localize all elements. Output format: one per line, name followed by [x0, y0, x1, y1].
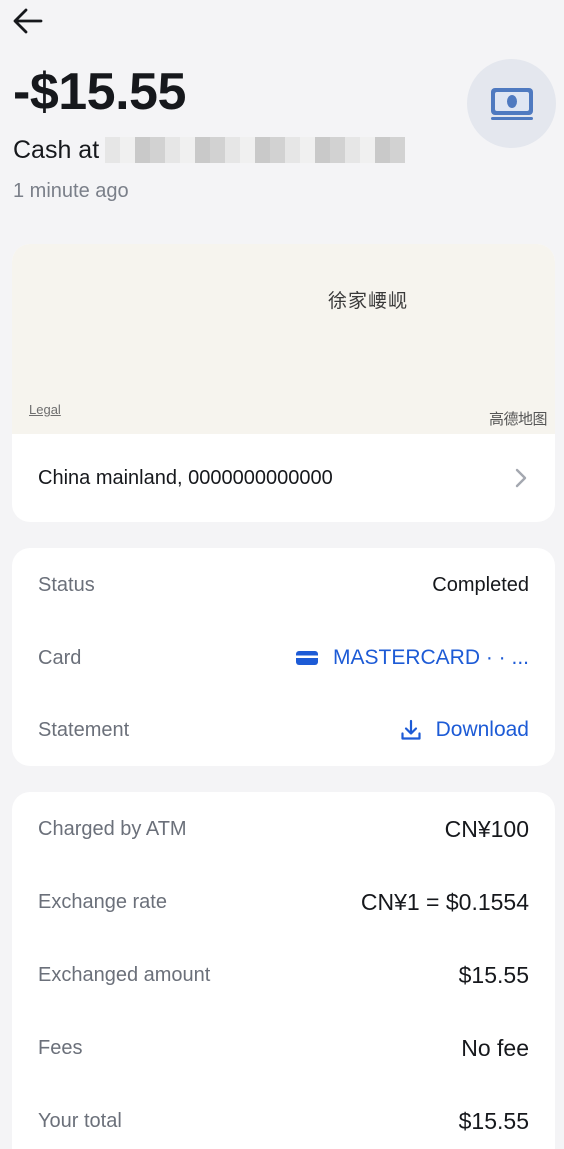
total-label: Your total — [38, 1109, 122, 1132]
redaction-pixel — [120, 150, 136, 163]
exchange-rate-row: Exchange rate CN¥1 = $0.1554 — [38, 887, 529, 917]
exchanged-amount-value: $15.55 — [458, 961, 529, 988]
redaction-pixel — [315, 137, 331, 150]
transaction-detail-screen: -$15.55 Cash at 1 minute ago 徐家崾岘 Legal … — [0, 0, 564, 1149]
redaction-pixel — [150, 150, 166, 163]
download-statement-button[interactable]: Download — [400, 718, 529, 742]
redaction-pixel — [180, 137, 196, 150]
exchanged-amount-row: Exchanged amount $15.55 — [38, 960, 529, 990]
costs-card: Charged by ATM CN¥100 Exchange rate CN¥1… — [12, 792, 555, 1149]
card-value: MASTERCARD · · ... — [332, 646, 529, 669]
charged-label: Charged by ATM — [38, 817, 187, 840]
location-card: 徐家崾岘 Legal 高德地图 China mainland, 00000000… — [12, 244, 555, 522]
redaction-pixel — [390, 150, 406, 163]
redaction-pixel — [165, 150, 181, 163]
status-row: Status Completed — [38, 570, 529, 600]
card-label: Card — [38, 646, 82, 669]
location-text: China mainland, 0000000000000 — [38, 466, 333, 489]
redaction-pixel — [225, 137, 241, 150]
details-card: Status Completed Card MASTERCARD · · ...… — [12, 548, 555, 766]
redaction-pixel — [345, 137, 361, 150]
status-value: Completed — [432, 573, 529, 596]
redaction-pixel — [360, 150, 376, 163]
redaction-pixel — [315, 150, 331, 163]
credit-card-icon — [295, 649, 319, 667]
redaction-pixel — [270, 137, 286, 150]
redaction-pixel — [225, 150, 241, 163]
redaction-pixel — [375, 150, 391, 163]
redaction-pixel — [375, 137, 391, 150]
redaction-pixel — [210, 150, 226, 163]
redaction-pixel — [105, 150, 121, 163]
map-view[interactable]: 徐家崾岘 Legal 高德地图 — [12, 244, 555, 434]
cash-icon — [490, 87, 533, 120]
exchange-rate-label: Exchange rate — [38, 890, 167, 913]
redaction-pixel — [255, 150, 271, 163]
redaction-pixel — [150, 137, 166, 150]
merchant-row: Cash at — [13, 134, 406, 166]
chevron-right-icon — [515, 468, 527, 488]
exchange-rate-value: CN¥1 = $0.1554 — [360, 888, 529, 915]
total-row: Your total $15.55 — [38, 1106, 529, 1136]
category-avatar — [467, 59, 556, 148]
redaction-pixel — [180, 150, 196, 163]
transaction-amount: -$15.55 — [13, 63, 186, 121]
map-provider-logo: 高德地图 — [488, 410, 548, 428]
total-value: $15.55 — [458, 1107, 529, 1134]
redaction-pixel — [255, 137, 271, 150]
redaction-pixel — [300, 137, 316, 150]
redaction-pixel — [390, 137, 406, 150]
redaction-pixel — [105, 137, 121, 150]
status-label: Status — [38, 573, 95, 596]
map-place-label: 徐家崾岘 — [328, 290, 409, 312]
fees-row: Fees No fee — [38, 1033, 529, 1063]
location-row[interactable]: China mainland, 0000000000000 — [12, 434, 555, 522]
exchanged-amount-label: Exchanged amount — [38, 963, 211, 986]
transaction-time: 1 minute ago — [13, 180, 129, 202]
redaction-pixel — [360, 137, 376, 150]
redacted-merchant-name — [105, 137, 406, 163]
redaction-pixel — [330, 150, 346, 163]
redaction-pixel — [285, 137, 301, 150]
redaction-pixel — [135, 150, 151, 163]
redaction-pixel — [240, 150, 256, 163]
redaction-pixel — [240, 137, 256, 150]
redaction-pixel — [135, 137, 151, 150]
redaction-pixel — [210, 137, 226, 150]
redaction-pixel — [195, 150, 211, 163]
redaction-pixel — [345, 150, 361, 163]
redaction-pixel — [330, 137, 346, 150]
fees-value: No fee — [461, 1034, 529, 1061]
charged-value: CN¥100 — [444, 815, 529, 842]
card-link[interactable]: MASTERCARD · · ... — [295, 646, 529, 670]
redaction-pixel — [195, 137, 211, 150]
back-button[interactable] — [10, 4, 46, 38]
statement-label: Statement — [38, 718, 130, 741]
redaction-pixel — [300, 150, 316, 163]
statement-row: Statement Download — [38, 715, 529, 745]
download-icon — [400, 719, 422, 741]
redaction-pixel — [165, 137, 181, 150]
map-legal-link[interactable]: Legal — [29, 402, 61, 417]
arrow-left-icon — [13, 8, 43, 34]
redaction-pixel — [120, 137, 136, 150]
redaction-pixel — [270, 150, 286, 163]
fees-label: Fees — [38, 1036, 83, 1059]
charged-row: Charged by ATM CN¥100 — [38, 814, 529, 844]
statement-value: Download — [435, 718, 529, 741]
card-row: Card MASTERCARD · · ... — [38, 643, 529, 673]
redaction-pixel — [285, 150, 301, 163]
merchant-prefix: Cash at — [13, 135, 100, 164]
